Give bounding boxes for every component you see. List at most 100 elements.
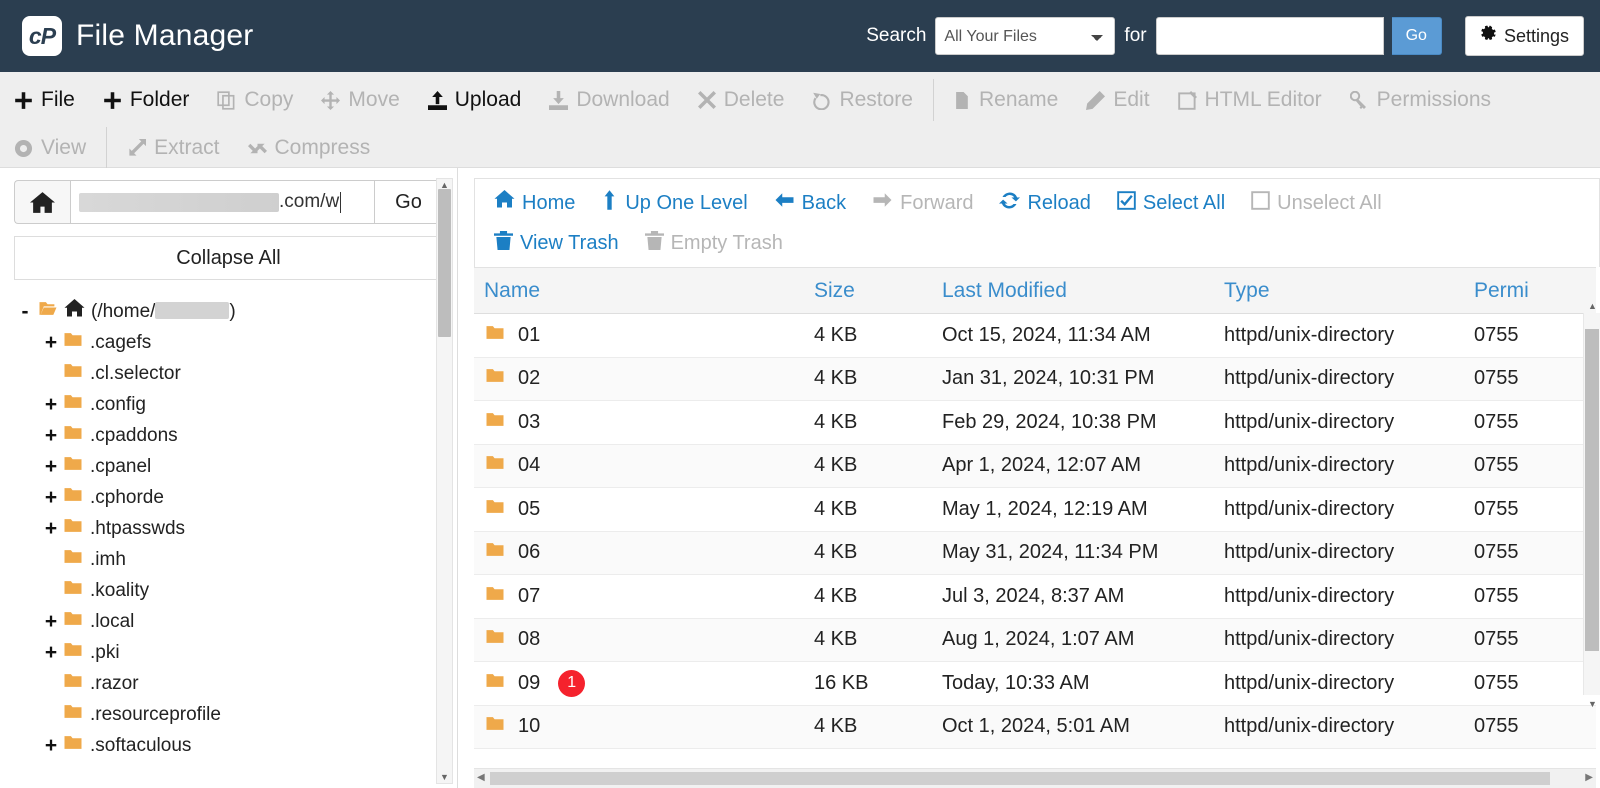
tree-collapse-icon[interactable]: - <box>14 301 36 322</box>
hscroll-left-arrow-icon[interactable]: ◀ <box>477 771 485 785</box>
tree-item[interactable]: + .cagefs <box>14 327 443 358</box>
cell-size: 4 KB <box>804 487 932 532</box>
tree-expand-icon[interactable]: + <box>40 518 62 539</box>
folder-icon <box>62 393 84 416</box>
tree-item-label: .cl.selector <box>90 362 181 384</box>
cell-name[interactable]: 10 <box>474 705 804 749</box>
cell-name[interactable]: 09 1 <box>474 661 804 706</box>
file-table-vertical-scrollbar[interactable]: ▲ ▼ <box>1583 301 1600 709</box>
tree-item[interactable]: + .htpasswds <box>14 513 443 544</box>
toolbar-divider <box>106 127 108 169</box>
toolbar-button-label: HTML Editor <box>1204 88 1322 111</box>
tree-expand-icon[interactable]: + <box>40 456 62 477</box>
tree-expand-icon[interactable]: + <box>40 487 62 508</box>
toolbar-file-button[interactable]: File <box>0 78 89 122</box>
tree-item[interactable]: .cl.selector <box>14 358 443 389</box>
tree-expand-icon[interactable]: + <box>40 425 62 446</box>
table-row[interactable]: 10 4 KB Oct 1, 2024, 5:01 AM httpd/unix-dir… <box>474 705 1596 749</box>
column-header-size[interactable]: Size <box>804 267 932 314</box>
tree-item[interactable]: .imh <box>14 544 443 575</box>
folder-icon <box>62 579 84 602</box>
tree-item[interactable]: .koality <box>14 575 443 606</box>
table-row[interactable]: 07 4 KB Jul 3, 2024, 8:37 AM httpd/unix-dir… <box>474 574 1596 619</box>
tree-expand-icon[interactable]: + <box>40 611 62 632</box>
table-row[interactable]: 09 1 16 KB Today, 10:33 AM httpd/unix-direct… <box>474 661 1596 706</box>
table-row[interactable]: 06 4 KB May 31, 2024, 11:34 PM httpd/unix-d… <box>474 531 1596 575</box>
table-row[interactable]: 05 4 KB May 1, 2024, 12:19 AM httpd/unix-di… <box>474 487 1596 532</box>
column-header-type[interactable]: Type <box>1214 267 1464 314</box>
tree-item[interactable]: + .cpanel <box>14 451 443 482</box>
cell-size: 4 KB <box>804 357 932 401</box>
search-go-button[interactable]: Go <box>1391 17 1442 55</box>
search-scope-select[interactable]: All Your Files <box>935 17 1116 55</box>
tree-item[interactable]: + .cphorde <box>14 482 443 513</box>
table-scroll-up-arrow-icon[interactable]: ▲ <box>1585 301 1600 311</box>
folder-icon <box>484 585 506 608</box>
cell-name[interactable]: 03 <box>474 400 804 445</box>
file-table-horizontal-scrollbar[interactable]: ◀ ▶ <box>474 768 1596 788</box>
cell-name[interactable]: 08 <box>474 618 804 662</box>
tree-item[interactable]: - (/home/) <box>14 296 443 327</box>
search-input[interactable] <box>1155 17 1384 55</box>
column-header-name[interactable]: Name <box>474 267 804 314</box>
tree-item[interactable]: + .softaculous <box>14 730 443 761</box>
table-row[interactable]: 03 4 KB Feb 29, 2024, 10:38 PM httpd/unix-d… <box>474 400 1596 445</box>
column-header-permissions[interactable]: Permi <box>1464 267 1596 314</box>
folder-icon <box>484 541 506 564</box>
upload-icon <box>427 90 447 110</box>
cell-last-modified: Today, 10:33 AM <box>932 661 1214 706</box>
nav-view-trash-button[interactable]: View Trash <box>481 225 632 261</box>
folder-tree: - (/home/) + .cagefs .cl.selector + .config + .c… <box>14 296 443 761</box>
tree-item[interactable]: .razor <box>14 668 443 699</box>
folder-icon <box>484 367 506 390</box>
tree-item[interactable]: + .pki <box>14 637 443 668</box>
path-go-button[interactable]: Go <box>375 180 443 224</box>
table-row[interactable]: 08 4 KB Aug 1, 2024, 1:07 AM httpd/unix-dir… <box>474 618 1596 662</box>
collapse-all-button[interactable]: Collapse All <box>14 236 443 280</box>
nav-select-all-button[interactable]: Select All <box>1104 185 1238 221</box>
cell-name[interactable]: 07 <box>474 574 804 619</box>
cell-name[interactable]: 01 <box>474 313 804 358</box>
tree-item[interactable]: + .config <box>14 389 443 420</box>
folder-icon <box>62 703 84 726</box>
cell-size: 4 KB <box>804 574 932 619</box>
toolbar-copy-button: Copy <box>203 78 307 122</box>
nav-up-one-level-button[interactable]: Up One Level <box>588 185 760 221</box>
tree-expand-icon[interactable]: + <box>40 332 62 353</box>
nav-reload-button[interactable]: Reload <box>986 185 1103 221</box>
tree-item[interactable]: + .local <box>14 606 443 637</box>
cell-name[interactable]: 06 <box>474 531 804 575</box>
table-row[interactable]: 04 4 KB Apr 1, 2024, 12:07 AM httpd/unix-di… <box>474 444 1596 488</box>
file-table-scroll-thumb[interactable] <box>1585 329 1599 651</box>
hscroll-right-arrow-icon[interactable]: ▶ <box>1585 771 1593 785</box>
settings-button[interactable]: Settings <box>1464 16 1584 56</box>
folder-icon <box>484 454 506 477</box>
name-cell-content: 03 <box>484 411 804 434</box>
tree-expand-icon[interactable]: + <box>40 394 62 415</box>
tree-item-label: .pki <box>90 641 120 663</box>
toolbar-upload-button[interactable]: Upload <box>414 78 536 122</box>
cell-name[interactable]: 05 <box>474 487 804 532</box>
table-row[interactable]: 02 4 KB Jan 31, 2024, 10:31 PM httpd/unix-d… <box>474 357 1596 401</box>
html-editor-icon <box>1177 90 1197 110</box>
table-scroll-down-arrow-icon[interactable]: ▼ <box>1585 699 1600 709</box>
nav-home-button[interactable]: Home <box>481 185 588 221</box>
path-home-button[interactable] <box>14 180 70 224</box>
tree-item[interactable]: .resourceprofile <box>14 699 443 730</box>
nav-back-button[interactable]: Back <box>761 185 859 221</box>
tree-item[interactable]: + .cpaddons <box>14 420 443 451</box>
cell-name[interactable]: 04 <box>474 444 804 488</box>
path-input[interactable]: .com/w <box>70 180 375 224</box>
toolbar-button-label: Copy <box>244 88 294 111</box>
file-table-hscroll-thumb[interactable] <box>490 772 1550 785</box>
nav-button-label: Forward <box>900 191 974 214</box>
tree-expand-icon[interactable]: + <box>40 735 62 756</box>
cell-name[interactable]: 02 <box>474 357 804 401</box>
tree-expand-icon[interactable]: + <box>40 642 62 663</box>
column-header-last-modified[interactable]: Last Modified <box>932 267 1214 314</box>
sidebar-scroll-thumb[interactable] <box>438 189 451 337</box>
table-row[interactable]: 01 4 KB Oct 15, 2024, 11:34 AM httpd/unix-d… <box>474 313 1596 358</box>
scroll-down-arrow-icon[interactable]: ▼ <box>437 772 452 782</box>
sidebar-scrollbar[interactable]: ▲ ▼ <box>436 178 453 784</box>
toolbar-folder-button[interactable]: Folder <box>89 78 204 122</box>
